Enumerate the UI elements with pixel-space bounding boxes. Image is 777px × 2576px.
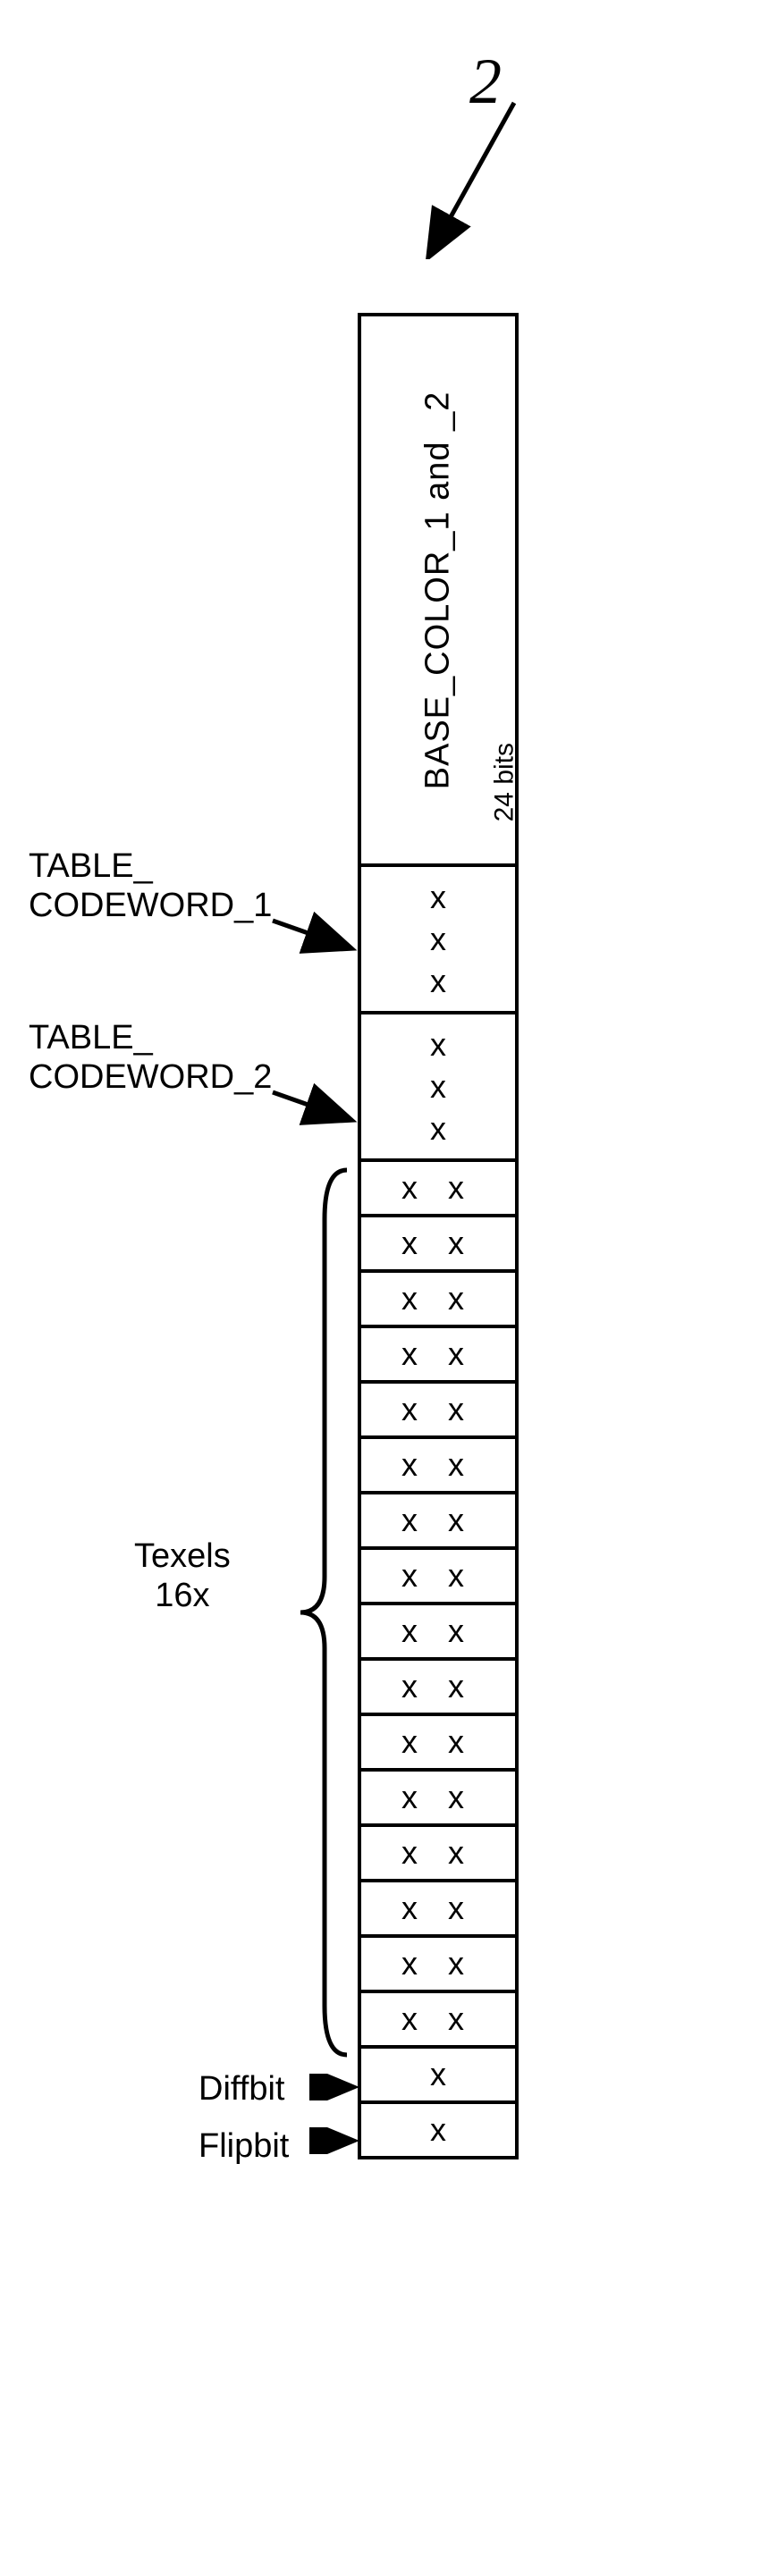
texel-row: x x xyxy=(358,1716,519,1772)
flipbit-label: Flipbit xyxy=(198,2127,289,2166)
texel-row: x x xyxy=(358,1328,519,1384)
texel-row: x x xyxy=(358,1550,519,1605)
texel-row: x x xyxy=(358,1938,519,1993)
table-codeword-2-section: x x x xyxy=(358,1014,519,1162)
diffbit-label: Diffbit xyxy=(198,2070,284,2109)
texels-section: x x x x x x x x x x x x x x x x x x x x … xyxy=(358,1162,519,2049)
codeword-1-bit: x xyxy=(430,921,446,958)
texel-row: x x xyxy=(358,1605,519,1661)
bit-layout-diagram: 2 BASE_COLOR_1 and _2 24 bits TABLE_ COD… xyxy=(358,313,519,2159)
table-codeword-2-label: TABLE_ CODEWORD_2 xyxy=(29,1019,272,1097)
table-codeword-2-arrow xyxy=(268,1083,367,1137)
base-color-bits: 24 bits xyxy=(489,743,519,821)
diffbit-arrow xyxy=(309,2074,363,2100)
codeword-1-bit: x xyxy=(430,963,446,1000)
diffbit-row: x xyxy=(358,2049,519,2104)
texel-row: x x xyxy=(358,1384,519,1439)
table-codeword-1-label: TABLE_ CODEWORD_1 xyxy=(29,847,272,925)
texel-row: x x xyxy=(358,1273,519,1328)
texel-row: x x xyxy=(358,1162,519,1217)
texel-row: x x xyxy=(358,1772,519,1827)
texel-row: x x xyxy=(358,1494,519,1550)
codeword-2-bit: x xyxy=(430,1026,446,1064)
texel-row: x x xyxy=(358,1661,519,1716)
base-color-label: BASE_COLOR_1 and _2 xyxy=(419,391,458,789)
base-color-section: BASE_COLOR_1 and _2 24 bits xyxy=(358,313,519,867)
flipbit-arrow xyxy=(309,2127,363,2154)
texels-label: Texels 16x xyxy=(134,1537,231,1615)
codeword-1-bit: x xyxy=(430,879,446,916)
codeword-2-bit: x xyxy=(430,1068,446,1106)
texel-row: x x xyxy=(358,1827,519,1882)
texel-row: x x xyxy=(358,1217,519,1273)
table-codeword-1-section: x x x xyxy=(358,867,519,1014)
texel-row: x x xyxy=(358,1993,519,2049)
texel-row: x x xyxy=(358,1439,519,1494)
figure-pointer-arrow xyxy=(411,80,536,259)
texel-row: x x xyxy=(358,1882,519,1938)
table-codeword-1-arrow xyxy=(268,912,367,965)
flipbit-row: x xyxy=(358,2104,519,2159)
texels-brace xyxy=(293,1166,356,2059)
codeword-2-bit: x xyxy=(430,1110,446,1148)
